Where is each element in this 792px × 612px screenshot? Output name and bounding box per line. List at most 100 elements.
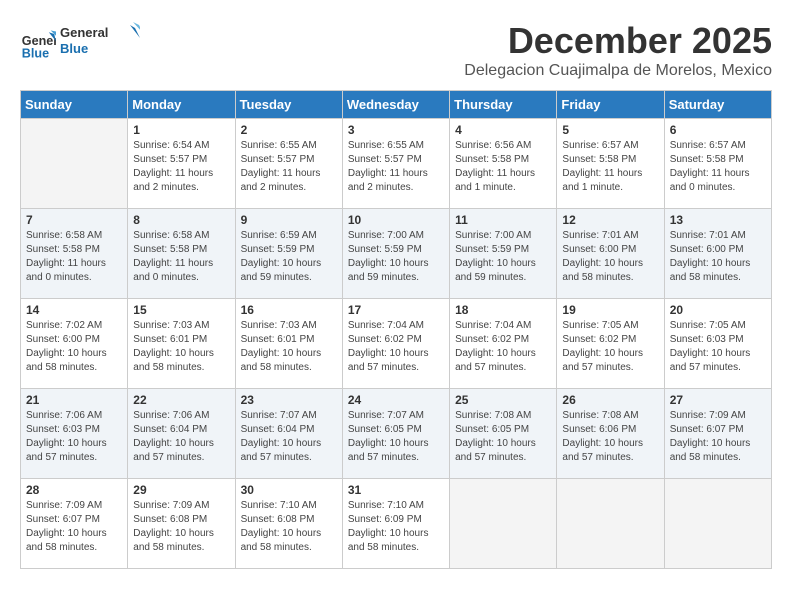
- location-subtitle: Delegacion Cuajimalpa de Morelos, Mexico: [464, 62, 772, 80]
- day-cell: 8Sunrise: 6:58 AMSunset: 5:58 PMDaylight…: [128, 209, 235, 299]
- day-cell: 9 Sunrise: 6:59 AMSunset: 5:59 PMDaylight…: [235, 209, 342, 299]
- day-number: 11: [455, 213, 551, 227]
- day-cell: 20 Sunrise: 7:05 AMSunset: 6:03 PMDayligh…: [664, 299, 771, 389]
- day-info: Sunrise: 7:07 AMSunset: 6:04 PMDaylight:…: [241, 409, 337, 465]
- day-number: 21: [26, 393, 122, 407]
- day-cell: 6Sunrise: 6:57 AMSunset: 5:58 PMDaylight…: [664, 119, 771, 209]
- month-title: December 2025: [464, 20, 772, 62]
- col-header-thursday: Thursday: [450, 91, 557, 119]
- day-cell: 3Sunrise: 6:55 AMSunset: 5:57 PMDaylight…: [342, 119, 449, 209]
- day-info: Sunrise: 6:55 AMSunset: 5:57 PMDaylight:…: [241, 139, 337, 195]
- day-cell: 25 Sunrise: 7:08 AMSunset: 6:05 PMDayligh…: [450, 389, 557, 479]
- day-info: Sunrise: 6:58 AMSunset: 5:58 PMDaylight:…: [26, 229, 122, 285]
- day-info: Sunrise: 6:54 AMSunset: 5:57 PMDaylight:…: [133, 139, 229, 195]
- day-cell: 7 Sunrise: 6:58 AMSunset: 5:58 PMDaylight…: [21, 209, 128, 299]
- day-info: Sunrise: 6:56 AMSunset: 5:58 PMDaylight:…: [455, 139, 551, 195]
- day-info: Sunrise: 7:06 AMSunset: 6:03 PMDaylight:…: [26, 409, 122, 465]
- day-number: 17: [348, 303, 444, 317]
- day-cell: 10 Sunrise: 7:00 AMSunset: 5:59 PMDayligh…: [342, 209, 449, 299]
- week-row-3: 14 Sunrise: 7:02 AMSunset: 6:00 PMDayligh…: [21, 299, 772, 389]
- day-number: 15: [133, 303, 229, 317]
- svg-text:General: General: [60, 25, 108, 40]
- day-cell: 1 Sunrise: 6:54 AMSunset: 5:57 PMDaylight…: [128, 119, 235, 209]
- day-number: 24: [348, 393, 444, 407]
- day-cell: 21 Sunrise: 7:06 AMSunset: 6:03 PMDayligh…: [21, 389, 128, 479]
- day-number: 16: [241, 303, 337, 317]
- day-number: 12: [562, 213, 658, 227]
- day-number: 20: [670, 303, 766, 317]
- day-info: Sunrise: 7:03 AMSunset: 6:01 PMDaylight:…: [133, 319, 229, 375]
- day-cell: 26Sunrise: 7:08 AMSunset: 6:06 PMDayligh…: [557, 389, 664, 479]
- day-info: Sunrise: 7:10 AMSunset: 6:09 PMDaylight:…: [348, 499, 444, 555]
- day-cell: [450, 479, 557, 569]
- header-row: SundayMondayTuesdayWednesdayThursdayFrid…: [21, 91, 772, 119]
- day-info: Sunrise: 7:07 AMSunset: 6:05 PMDaylight:…: [348, 409, 444, 465]
- col-header-monday: Monday: [128, 91, 235, 119]
- day-info: Sunrise: 7:09 AMSunset: 6:07 PMDaylight:…: [26, 499, 122, 555]
- week-row-1: 1 Sunrise: 6:54 AMSunset: 5:57 PMDaylight…: [21, 119, 772, 209]
- day-number: 28: [26, 483, 122, 497]
- day-number: 14: [26, 303, 122, 317]
- day-info: Sunrise: 7:00 AMSunset: 5:59 PMDaylight:…: [348, 229, 444, 285]
- day-info: Sunrise: 6:58 AMSunset: 5:58 PMDaylight:…: [133, 229, 229, 285]
- day-cell: 2Sunrise: 6:55 AMSunset: 5:57 PMDaylight…: [235, 119, 342, 209]
- day-cell: 14 Sunrise: 7:02 AMSunset: 6:00 PMDayligh…: [21, 299, 128, 389]
- day-number: 19: [562, 303, 658, 317]
- day-cell: 30 Sunrise: 7:10 AMSunset: 6:08 PMDayligh…: [235, 479, 342, 569]
- day-number: 7: [26, 213, 122, 227]
- logo-svg: General Blue: [60, 20, 140, 60]
- day-number: 5: [562, 123, 658, 137]
- day-info: Sunrise: 7:05 AMSunset: 6:03 PMDaylight:…: [670, 319, 766, 375]
- day-cell: 29 Sunrise: 7:09 AMSunset: 6:08 PMDayligh…: [128, 479, 235, 569]
- col-header-wednesday: Wednesday: [342, 91, 449, 119]
- day-info: Sunrise: 7:00 AMSunset: 5:59 PMDaylight:…: [455, 229, 551, 285]
- day-number: 18: [455, 303, 551, 317]
- day-number: 22: [133, 393, 229, 407]
- day-info: Sunrise: 7:08 AMSunset: 6:05 PMDaylight:…: [455, 409, 551, 465]
- day-number: 25: [455, 393, 551, 407]
- col-header-saturday: Saturday: [664, 91, 771, 119]
- day-number: 30: [241, 483, 337, 497]
- svg-text:Blue: Blue: [22, 46, 49, 60]
- title-block: December 2025 Delegacion Cuajimalpa de M…: [464, 20, 772, 80]
- day-cell: 15 Sunrise: 7:03 AMSunset: 6:01 PMDayligh…: [128, 299, 235, 389]
- day-info: Sunrise: 7:05 AMSunset: 6:02 PMDaylight:…: [562, 319, 658, 375]
- day-cell: 22 Sunrise: 7:06 AMSunset: 6:04 PMDayligh…: [128, 389, 235, 479]
- page-header: General Blue General Blue December 2025 …: [20, 20, 772, 80]
- day-number: 3: [348, 123, 444, 137]
- day-number: 29: [133, 483, 229, 497]
- day-number: 4: [455, 123, 551, 137]
- day-info: Sunrise: 7:01 AMSunset: 6:00 PMDaylight:…: [670, 229, 766, 285]
- day-cell: 18Sunrise: 7:04 AMSunset: 6:02 PMDayligh…: [450, 299, 557, 389]
- day-number: 27: [670, 393, 766, 407]
- logo: General Blue General Blue: [20, 20, 140, 65]
- week-row-4: 21 Sunrise: 7:06 AMSunset: 6:03 PMDayligh…: [21, 389, 772, 479]
- day-cell: 19 Sunrise: 7:05 AMSunset: 6:02 PMDayligh…: [557, 299, 664, 389]
- day-cell: 5 Sunrise: 6:57 AMSunset: 5:58 PMDaylight…: [557, 119, 664, 209]
- day-info: Sunrise: 7:08 AMSunset: 6:06 PMDaylight:…: [562, 409, 658, 465]
- day-cell: 31 Sunrise: 7:10 AMSunset: 6:09 PMDayligh…: [342, 479, 449, 569]
- day-info: Sunrise: 7:02 AMSunset: 6:00 PMDaylight:…: [26, 319, 122, 375]
- day-info: Sunrise: 6:59 AMSunset: 5:59 PMDaylight:…: [241, 229, 337, 285]
- day-number: 10: [348, 213, 444, 227]
- day-info: Sunrise: 7:04 AMSunset: 6:02 PMDaylight:…: [348, 319, 444, 375]
- day-info: Sunrise: 7:01 AMSunset: 6:00 PMDaylight:…: [562, 229, 658, 285]
- day-info: Sunrise: 7:10 AMSunset: 6:08 PMDaylight:…: [241, 499, 337, 555]
- day-number: 9: [241, 213, 337, 227]
- day-cell: 27 Sunrise: 7:09 AMSunset: 6:07 PMDayligh…: [664, 389, 771, 479]
- day-number: 6: [670, 123, 766, 137]
- day-info: Sunrise: 7:09 AMSunset: 6:08 PMDaylight:…: [133, 499, 229, 555]
- svg-text:Blue: Blue: [60, 41, 88, 56]
- day-info: Sunrise: 7:09 AMSunset: 6:07 PMDaylight:…: [670, 409, 766, 465]
- day-number: 13: [670, 213, 766, 227]
- day-cell: 11 Sunrise: 7:00 AMSunset: 5:59 PMDayligh…: [450, 209, 557, 299]
- day-number: 1: [133, 123, 229, 137]
- day-info: Sunrise: 6:57 AMSunset: 5:58 PMDaylight:…: [562, 139, 658, 195]
- day-cell: 28 Sunrise: 7:09 AMSunset: 6:07 PMDayligh…: [21, 479, 128, 569]
- day-cell: 13 Sunrise: 7:01 AMSunset: 6:00 PMDayligh…: [664, 209, 771, 299]
- day-cell: [664, 479, 771, 569]
- day-cell: [557, 479, 664, 569]
- day-number: 31: [348, 483, 444, 497]
- day-info: Sunrise: 7:06 AMSunset: 6:04 PMDaylight:…: [133, 409, 229, 465]
- day-cell: 16Sunrise: 7:03 AMSunset: 6:01 PMDayligh…: [235, 299, 342, 389]
